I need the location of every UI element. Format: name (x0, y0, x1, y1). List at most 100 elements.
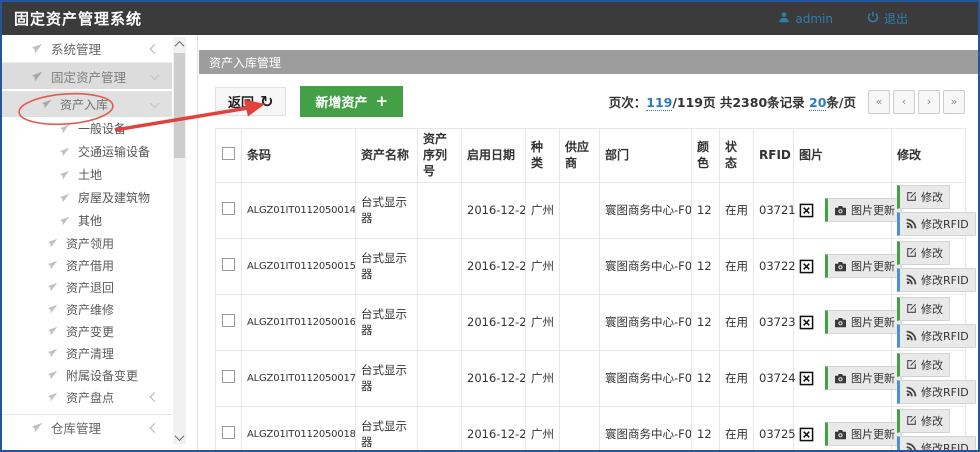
sidebar-item-buildings[interactable]: 房屋及建筑物 (2, 186, 172, 209)
scroll-up-button[interactable] (173, 37, 186, 51)
cell-color: 12 (692, 238, 720, 294)
edit-icon (906, 247, 917, 258)
edit-rfid-button[interactable]: 修改RFID (897, 268, 976, 292)
edit-rfid-button[interactable]: 修改RFID (897, 212, 976, 236)
edit-icon (906, 415, 917, 426)
row-checkbox[interactable] (222, 202, 235, 215)
cell-category: 广州 (526, 182, 560, 238)
picture-update-button[interactable]: 图片更新 (825, 366, 902, 390)
pagination-prefix: 页次： (609, 95, 647, 110)
cell-status: 在用 (720, 294, 754, 350)
power-icon (867, 11, 879, 26)
cell-supplier (560, 238, 600, 294)
edit-button[interactable]: 修改 (897, 297, 950, 321)
picture-update-button[interactable]: 图片更新 (825, 198, 902, 222)
sidebar-item-asset-change[interactable]: 资产变更 (2, 320, 172, 342)
scroll-down-button[interactable] (173, 430, 186, 444)
chevron-down-icon (150, 98, 160, 108)
sidebar-item-label: 资产退回 (66, 279, 114, 296)
sidebar-item-label: 交通运输设备 (78, 143, 150, 160)
sidebar-item-asset-return[interactable]: 资产退回 (2, 276, 172, 298)
cell-picture: 图片更新 (794, 238, 892, 294)
cell-rfid: 03722 (754, 238, 794, 294)
edit-button[interactable]: 修改 (897, 409, 950, 433)
cell-supplier (560, 182, 600, 238)
sidebar-item-label: 仓库管理 (51, 418, 101, 437)
perpage-link[interactable]: 20 (809, 95, 826, 111)
sidebar-item-asset-borrow[interactable]: 资产借用 (2, 254, 172, 276)
edit-rfid-button[interactable]: 修改RFID (897, 380, 976, 404)
sidebar-item-fixed-asset-mgmt[interactable]: 固定资产管理 (2, 63, 172, 91)
pagination: 页次：119/119页 共2380条记录 20条/页 « ‹ › » (609, 90, 965, 114)
cell-barcode: ALGZ01IT0112050015 (242, 238, 356, 294)
back-label: 返回 (228, 92, 254, 111)
sidebar-nav: 系统管理 固定资产管理 资产入库 一般设备 交通运输设备 (2, 35, 172, 440)
cell-asset-name: 台式显示器 (356, 182, 418, 238)
cell-edit: 修改 修改RFID (892, 350, 966, 406)
cell-picture: 图片更新 (794, 350, 892, 406)
add-asset-button[interactable]: 新增资产 + (300, 86, 403, 117)
scrollbar-thumb[interactable] (174, 53, 185, 158)
nav-plane-icon (48, 370, 58, 380)
edit-button[interactable]: 修改 (897, 241, 950, 265)
sidebar-item-land[interactable]: 土地 (2, 163, 172, 186)
sidebar-item-asset-cleanup[interactable]: 资产清理 (2, 342, 172, 364)
picture-update-label: 图片更新 (851, 202, 895, 218)
nav-plane-icon (48, 392, 58, 402)
sidebar-item-asset-repair[interactable]: 资产维修 (2, 298, 172, 320)
row-checkbox[interactable] (222, 258, 235, 271)
edit-rfid-label: 修改RFID (921, 328, 969, 344)
sidebar-item-other[interactable]: 其他 (2, 209, 172, 232)
cell-dept: 寰图商务中心-F08 (600, 182, 692, 238)
edit-button[interactable]: 修改 (897, 353, 950, 377)
sidebar-item-label: 资产入库 (60, 96, 108, 113)
row-checkbox[interactable] (222, 314, 235, 327)
add-asset-label: 新增资产 (315, 92, 367, 111)
user-name: admin (795, 12, 833, 26)
edit-rfid-label: 修改RFID (921, 440, 969, 450)
sidebar-item-transport-equipment[interactable]: 交通运输设备 (2, 140, 172, 163)
table-row: ALGZ01IT0112050014 台式显示器 2016-12-23 广州 寰… (216, 182, 966, 238)
user-menu[interactable]: admin (778, 11, 833, 26)
camera-icon (834, 317, 847, 328)
nav-plane-icon (32, 422, 43, 433)
col-barcode: 条码 (242, 129, 356, 183)
next-page-button[interactable]: › (918, 90, 940, 114)
last-page-button[interactable]: » (943, 90, 965, 114)
chevron-left-icon (150, 44, 160, 54)
col-edit: 修改 (892, 129, 966, 183)
row-checkbox[interactable] (222, 370, 235, 383)
sidebar-item-asset-inbound[interactable]: 资产入库 (2, 91, 172, 117)
sidebar-item-asset-inventory[interactable]: 资产盘点 (2, 386, 172, 408)
cell-asset-name: 台式显示器 (356, 294, 418, 350)
back-button[interactable]: 返回 ↻ (215, 87, 286, 116)
select-all-checkbox[interactable] (222, 147, 235, 160)
picture-update-button[interactable]: 图片更新 (825, 422, 902, 446)
picture-update-button[interactable]: 图片更新 (825, 254, 902, 278)
picture-update-label: 图片更新 (851, 314, 895, 330)
sidebar-scrollbar[interactable] (173, 37, 186, 444)
sidebar-item-attached-equipment-change[interactable]: 附属设备变更 (2, 364, 172, 386)
edit-rfid-button[interactable]: 修改RFID (897, 324, 976, 348)
edit-rfid-button[interactable]: 修改RFID (897, 436, 976, 450)
sidebar-item-warehouse-mgmt[interactable]: 仓库管理 (2, 414, 172, 440)
table-row: ALGZ01IT0112050015 台式显示器 2016-12-23 广州 寰… (216, 238, 966, 294)
cell-category: 广州 (526, 294, 560, 350)
picture-update-label: 图片更新 (851, 370, 895, 386)
logout-button[interactable]: 退出 (867, 10, 908, 27)
cell-rfid: 03721 (754, 182, 794, 238)
prev-page-button[interactable]: ‹ (893, 90, 915, 114)
nav-plane-icon (32, 43, 43, 54)
first-page-button[interactable]: « (868, 90, 890, 114)
current-page-link[interactable]: 119 (646, 95, 672, 111)
sidebar-item-asset-requisition[interactable]: 资产领用 (2, 232, 172, 254)
row-checkbox[interactable] (222, 426, 235, 439)
sidebar-item-general-equipment[interactable]: 一般设备 (2, 117, 172, 140)
cell-rfid: 03724 (754, 350, 794, 406)
picture-update-button[interactable]: 图片更新 (825, 310, 902, 334)
sidebar-item-system-mgmt[interactable]: 系统管理 (2, 35, 172, 63)
cell-barcode: ALGZ01IT0112050018 (242, 406, 356, 450)
cell-picture: 图片更新 (794, 182, 892, 238)
edit-button[interactable]: 修改 (897, 185, 950, 209)
toolbar: 返回 ↻ 新增资产 + 页次：119/119页 共2380条记录 20条/页 «… (199, 74, 978, 125)
